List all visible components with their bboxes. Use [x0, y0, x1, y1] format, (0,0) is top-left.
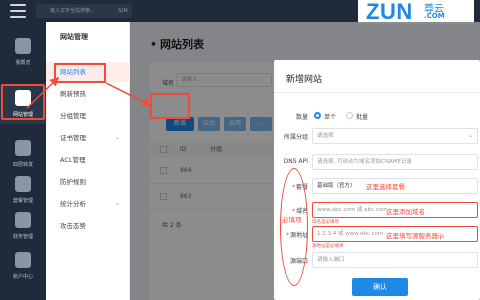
arrow-to-add-button [105, 82, 152, 106]
annotation-arrows [26, 76, 152, 109]
arrow-to-submenu [26, 76, 60, 109]
